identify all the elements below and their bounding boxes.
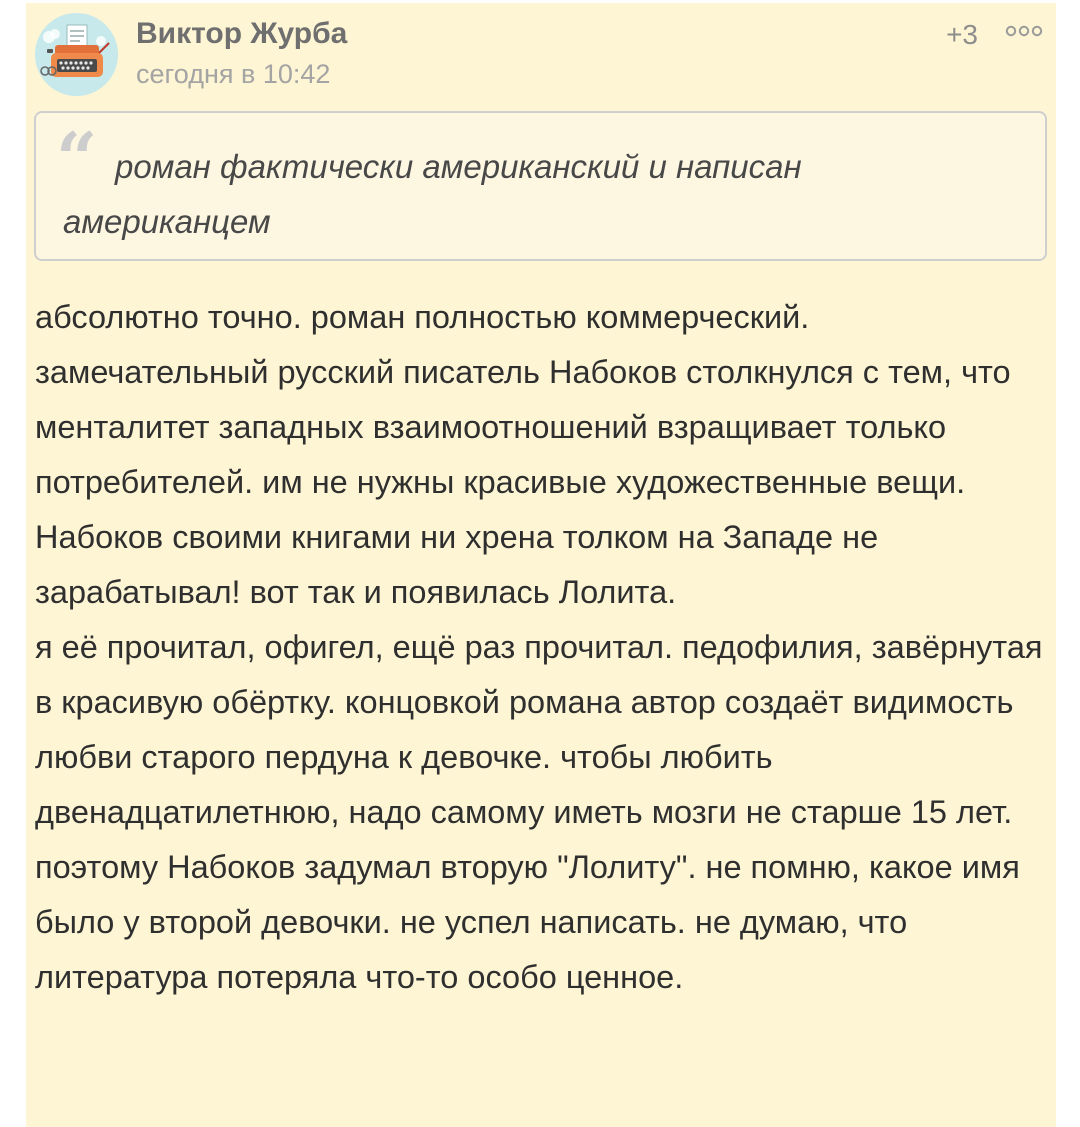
comment-paragraph: я её прочитал, офигел, ещё раз прочитал.… <box>35 629 1043 830</box>
rating-count: +3 <box>946 19 978 50</box>
comment-paragraph: абсолютно точно. роман полностью коммерч… <box>35 299 1011 610</box>
comment-paragraph: поэтому Набоков задумал вторую "Лолиту".… <box>35 849 1020 995</box>
comment-card: Виктор Журба сегодня в 10:42 +3 “ роман … <box>26 3 1056 1127</box>
more-dots-icon[interactable] <box>1004 23 1044 39</box>
avatar[interactable] <box>35 13 118 96</box>
comment-body: абсолютно точно. роман полностью коммерч… <box>35 290 1050 1005</box>
author-name[interactable]: Виктор Журба <box>136 17 347 51</box>
quote-text: роман фактически американский и написан … <box>63 148 802 240</box>
comment-timestamp[interactable]: сегодня в 10:42 <box>136 59 330 90</box>
quote-block: “ роман фактически американский и написа… <box>34 111 1047 261</box>
typewriter-avatar-icon <box>35 13 118 96</box>
